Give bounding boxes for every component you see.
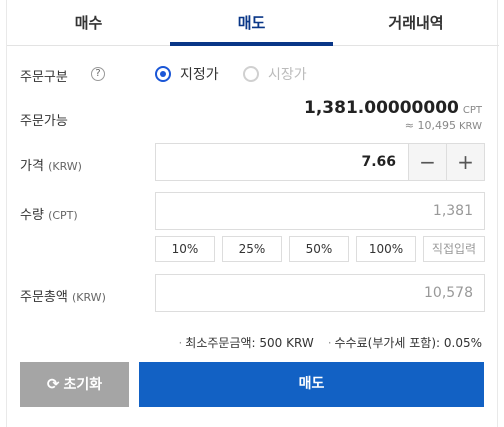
price-label: 가격 (KRW) [20,155,82,174]
order-type-label: 주문구분 [20,70,68,85]
fee-note: 수수료(부가세 포함): 0.05% [334,336,482,350]
direct-input-button[interactable]: 직접입력 [423,236,485,262]
total-label-text: 주문총액 [20,290,68,305]
total-value: 10,578 [424,285,473,301]
available-krw-currency: KRW [459,121,482,132]
radio-market-label: 시장가 [268,67,307,83]
reset-label: 초기화 [63,377,103,393]
sell-button[interactable]: 매도 [139,362,484,407]
active-tab-indicator [170,42,333,46]
order-panel: 매수 매도 거래내역 주문구분 ? 지정가 시장가 주문가능 1,381.000… [6,0,499,427]
radio-unselected-icon [243,66,259,82]
note-bullet: · [178,336,183,350]
radio-selected-icon [155,66,171,82]
price-increase-button[interactable]: + [446,144,484,180]
price-label-text: 가격 [20,159,44,174]
percent-100-button[interactable]: 100% [356,236,416,262]
radio-limit-label: 지정가 [180,67,219,83]
available-amount: 1,381.00000000 CPT [304,98,482,118]
percent-buttons: 10% 25% 50% 100% 직접입력 [155,236,485,262]
percent-50-button[interactable]: 50% [289,236,349,262]
order-notes: · 최소주문금액: 500 KRW · 수수료(부가세 포함): 0.05% [178,334,482,351]
total-input[interactable]: 10,578 [155,274,485,312]
tab-history[interactable]: 거래내역 [333,0,499,46]
help-icon[interactable]: ? [91,67,105,81]
tab-buy[interactable]: 매수 [7,0,170,46]
percent-10-button[interactable]: 10% [155,236,215,262]
available-krw: ≈ 10,495 KRW [405,119,482,132]
percent-25-button[interactable]: 25% [222,236,282,262]
total-unit: (KRW) [71,291,106,304]
price-value: 7.66 [361,154,396,170]
total-label: 주문총액 (KRW) [20,286,106,305]
reset-button[interactable]: ⟳ 초기화 [20,362,129,407]
price-unit: (KRW) [48,160,82,173]
tab-sell[interactable]: 매도 [170,0,333,46]
available-krw-value: ≈ 10,495 [404,119,456,132]
quantity-label: 수량 (CPT) [20,204,78,223]
note-bullet: · [327,336,332,350]
available-currency: CPT [462,105,482,116]
radio-limit-order[interactable]: 지정가 [155,64,219,84]
available-amount-value: 1,381.00000000 [304,98,459,118]
quantity-label-text: 수량 [20,208,44,223]
quantity-value: 1,381 [432,203,473,219]
radio-market-order[interactable]: 시장가 [243,64,307,84]
available-label: 주문가능 [20,114,68,129]
price-input[interactable]: 7.66 − + [155,143,485,181]
order-tabs: 매수 매도 거래내역 [7,0,499,46]
price-decrease-button[interactable]: − [408,144,446,180]
refresh-icon: ⟳ [46,375,60,393]
quantity-input[interactable]: 1,381 [155,192,485,230]
quantity-unit: (CPT) [48,209,78,222]
min-order-note: 최소주문금액: 500 KRW [185,336,314,350]
